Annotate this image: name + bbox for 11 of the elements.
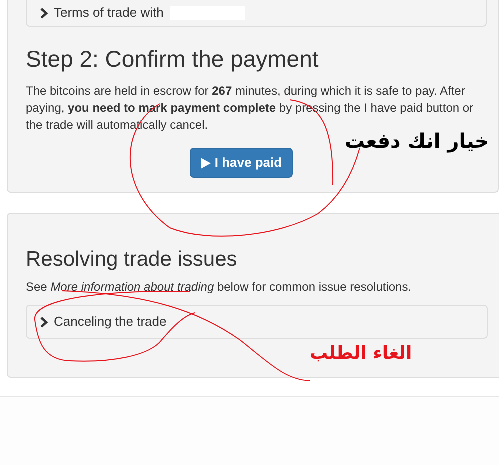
chevron-right-icon <box>40 8 48 18</box>
cancel-toggle[interactable]: Canceling the trade <box>26 305 488 339</box>
step-heading: Step 2: Confirm the payment <box>26 45 320 73</box>
i-have-paid-button[interactable]: I have paid <box>190 148 294 178</box>
chevron-right-icon <box>40 316 48 328</box>
annotation-label: الغاء الطلب <box>310 342 412 366</box>
annotation-label: خيار انك دفعت <box>345 128 490 154</box>
issues-heading: Resolving trade issues <box>26 247 238 273</box>
play-icon <box>200 158 211 168</box>
terms-toggle[interactable]: Terms of trade with <box>26 0 487 27</box>
issues-description: See More information about trading below for common issue resolutions. <box>26 279 413 296</box>
